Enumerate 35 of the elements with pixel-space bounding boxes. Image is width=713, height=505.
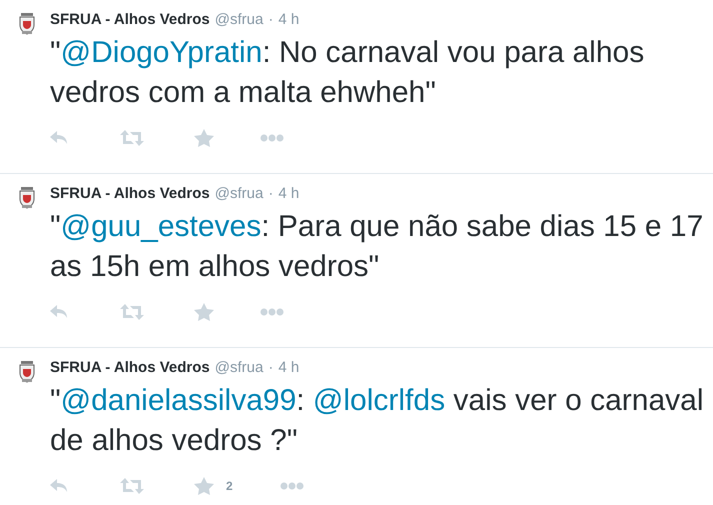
tweet-text: "@guu_esteves: Para que não sabe dias 15 e 17 as 15h em alhos vedros" [50, 208, 704, 284]
author-handle[interactable]: @sfrua [214, 183, 264, 206]
avatar-crest-icon[interactable] [17, 187, 37, 209]
mention-link[interactable]: @DiogoYpratin [60, 36, 262, 68]
reply-icon[interactable] [50, 130, 68, 144]
more-icon[interactable] [260, 308, 284, 316]
author-handle[interactable]: @sfrua [214, 357, 264, 380]
favorite-count: 2 [226, 478, 233, 494]
more-icon[interactable] [280, 482, 304, 490]
star-icon[interactable] [194, 128, 214, 146]
more-icon[interactable] [260, 134, 284, 142]
author-name[interactable]: SFRUA - Alhos Vedros [50, 183, 210, 206]
timestamp[interactable]: 4 h [278, 183, 300, 206]
author-handle[interactable]: @sfrua [214, 9, 264, 32]
retweet-icon[interactable] [120, 130, 144, 146]
retweet-icon[interactable] [120, 304, 144, 320]
timestamp[interactable]: 4 h [278, 9, 300, 32]
avatar-crest-icon[interactable] [17, 361, 37, 383]
tweet-text: "@danielassilva99: @lolcrlfds vais ver o carnaval de alhos vedros ?" [50, 382, 705, 458]
timestamp[interactable]: 4 h [278, 357, 300, 380]
mention-link[interactable]: @danielassilva99 [60, 384, 296, 416]
mention-link[interactable]: @guu_esteves [60, 210, 262, 242]
tweet-text: "@DiogoYpratin: No carnaval vou para alhos vedros com a malta ehwheh" [50, 34, 646, 110]
retweet-icon[interactable] [120, 478, 144, 494]
star-icon[interactable] [194, 302, 214, 320]
author-name[interactable]: SFRUA - Alhos Vedros [50, 9, 210, 32]
separator: · [268, 358, 274, 378]
separator: · [268, 10, 274, 30]
author-name[interactable]: SFRUA - Alhos Vedros [50, 357, 210, 380]
mention-link[interactable]: @lolcrlfds [312, 384, 446, 416]
star-icon[interactable] [194, 476, 214, 494]
separator: · [268, 184, 274, 204]
reply-icon[interactable] [50, 304, 68, 318]
reply-icon[interactable] [50, 478, 68, 492]
avatar-crest-icon[interactable] [17, 13, 37, 35]
